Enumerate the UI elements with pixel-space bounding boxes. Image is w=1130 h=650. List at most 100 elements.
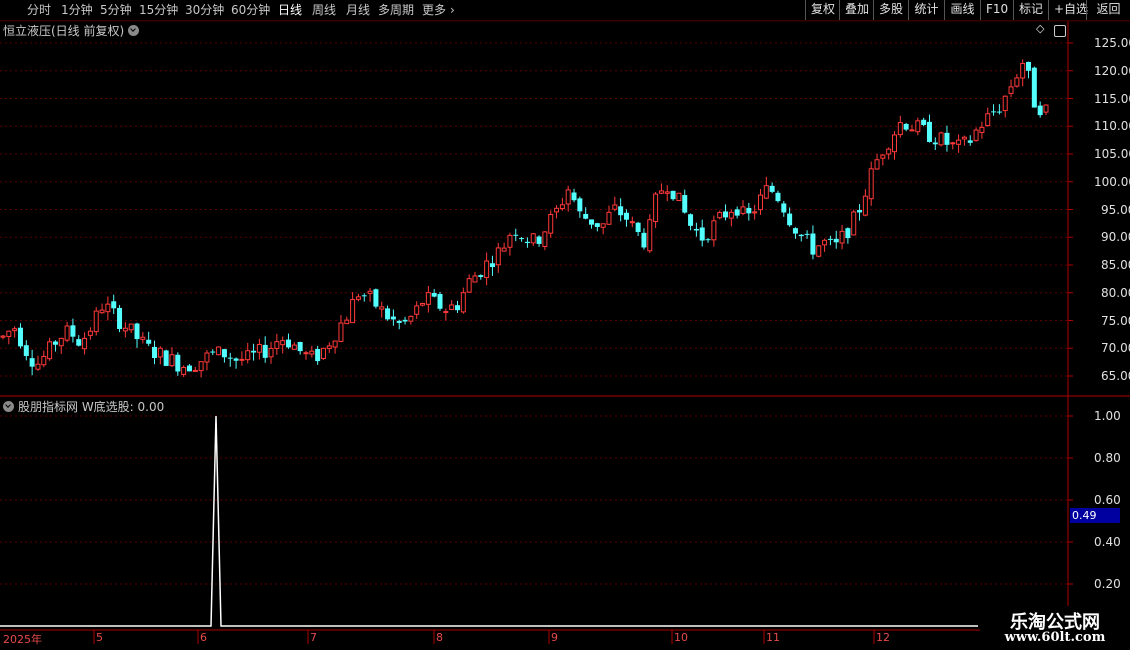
- candle-body-up: [320, 347, 326, 359]
- candle-body-up: [309, 350, 315, 355]
- candle-body-up: [122, 327, 128, 332]
- kline-chart: [0, 20, 1130, 644]
- candle-body-up: [99, 309, 105, 314]
- candle-body-up: [47, 341, 53, 360]
- candle-body-up: [0, 335, 6, 338]
- candle-body-down: [315, 348, 321, 362]
- candle-body-up: [979, 126, 985, 133]
- candle-body-up: [332, 340, 338, 348]
- candle-body-down: [52, 341, 58, 345]
- price-tick: 85.00: [1101, 258, 1130, 272]
- indicator-tick: 0.20: [1094, 577, 1121, 591]
- candle-body-up: [874, 159, 880, 170]
- candle-body-down: [688, 214, 694, 226]
- candle-body-down: [151, 346, 157, 359]
- candle-body-up: [507, 234, 513, 248]
- indicator-tick: 0.80: [1094, 451, 1121, 465]
- candle-body-down: [373, 289, 379, 307]
- candle-body-up: [41, 356, 47, 366]
- date-label: 6: [200, 631, 207, 644]
- candle-body-up: [291, 344, 297, 350]
- indicator-tick: 0.40: [1094, 535, 1121, 549]
- candle-body-up: [1002, 95, 1008, 112]
- diamond-icon[interactable]: ◇: [1036, 22, 1044, 35]
- candle-body-up: [367, 290, 373, 294]
- candle-body-down: [489, 263, 495, 268]
- date-label: 12: [876, 631, 890, 644]
- candle-body-up: [1014, 77, 1020, 87]
- price-tick: 100.00: [1094, 175, 1130, 189]
- candle-body-up: [822, 239, 828, 246]
- price-tick: 70.00: [1101, 341, 1130, 355]
- candle-body-down: [991, 111, 997, 113]
- candle-body-down: [641, 232, 647, 248]
- candle-body-up: [245, 350, 251, 361]
- candle-body-up: [460, 292, 466, 313]
- candle-body-up: [64, 325, 70, 341]
- candle-body-down: [903, 123, 909, 130]
- candle-body-down: [781, 203, 787, 213]
- candle-body-down: [227, 357, 233, 359]
- candle-body-up: [216, 346, 222, 356]
- indicator-tick: 1.00: [1094, 409, 1121, 423]
- candle-body-up: [548, 213, 554, 234]
- candle-body-up: [449, 304, 455, 310]
- candle-body-up: [763, 185, 769, 199]
- candle-body-up: [728, 211, 734, 219]
- price-tick: 120.00: [1094, 64, 1130, 78]
- candle-body-up: [303, 352, 309, 355]
- candle-body-up: [414, 305, 420, 315]
- candle-body-up: [897, 122, 903, 136]
- candle-body-up: [542, 231, 548, 247]
- candle-body-up: [880, 154, 886, 159]
- candle-body-up: [140, 336, 146, 340]
- date-label: 10: [674, 631, 688, 644]
- candle-body-up: [280, 340, 286, 346]
- main-panel-title: 恒立液压(日线 前复权): [3, 22, 140, 39]
- price-tick: 95.00: [1101, 203, 1130, 217]
- candle-body-down: [827, 238, 833, 240]
- candle-body-down: [29, 358, 35, 367]
- candle-body-up: [344, 319, 350, 325]
- date-label: 8: [436, 631, 443, 644]
- candle-body-up: [338, 322, 344, 342]
- candle-body-down: [833, 238, 839, 243]
- candle-body-up: [355, 296, 361, 300]
- candle-body-down: [996, 111, 1002, 113]
- candle-body-up: [274, 341, 280, 349]
- candle-body-down: [670, 190, 676, 200]
- candle-body-up: [420, 303, 426, 306]
- candle-body-up: [198, 361, 204, 372]
- candle-body-down: [286, 339, 292, 348]
- candle-body-up: [105, 303, 111, 313]
- date-label: 7: [310, 631, 317, 644]
- candle-body-down: [623, 212, 629, 220]
- candle-body-down: [1037, 105, 1043, 116]
- candle-body-up: [740, 206, 746, 214]
- indicator-tick: 0.60: [1094, 493, 1121, 507]
- price-tick: 90.00: [1101, 230, 1130, 244]
- panel-toggle-icon[interactable]: [1054, 25, 1066, 37]
- stock-title: 恒立液压(日线 前复权): [3, 24, 125, 38]
- candle-body-up: [868, 168, 874, 200]
- candle-body-down: [693, 228, 699, 231]
- candle-body-up: [915, 120, 921, 133]
- candle-body-up: [658, 190, 664, 194]
- candle-body-up: [379, 306, 385, 310]
- chevron-down-icon[interactable]: [128, 25, 140, 36]
- candle-body-up: [606, 211, 612, 225]
- candle-body-up: [752, 211, 758, 214]
- candle-body-down: [233, 358, 239, 361]
- candle-body-up: [501, 247, 507, 252]
- date-label: 5: [96, 631, 103, 644]
- candle-body-up: [326, 345, 332, 349]
- candle-body-up: [554, 207, 560, 213]
- candle-body-down: [682, 195, 688, 213]
- candle-body-down: [361, 295, 367, 297]
- candle-body-down: [734, 209, 740, 216]
- candle-body-down: [769, 185, 775, 192]
- candle-body-up: [647, 219, 653, 252]
- candle-body-down: [390, 316, 396, 320]
- chevron-down-icon[interactable]: [3, 401, 14, 412]
- candle-body-up: [612, 204, 618, 210]
